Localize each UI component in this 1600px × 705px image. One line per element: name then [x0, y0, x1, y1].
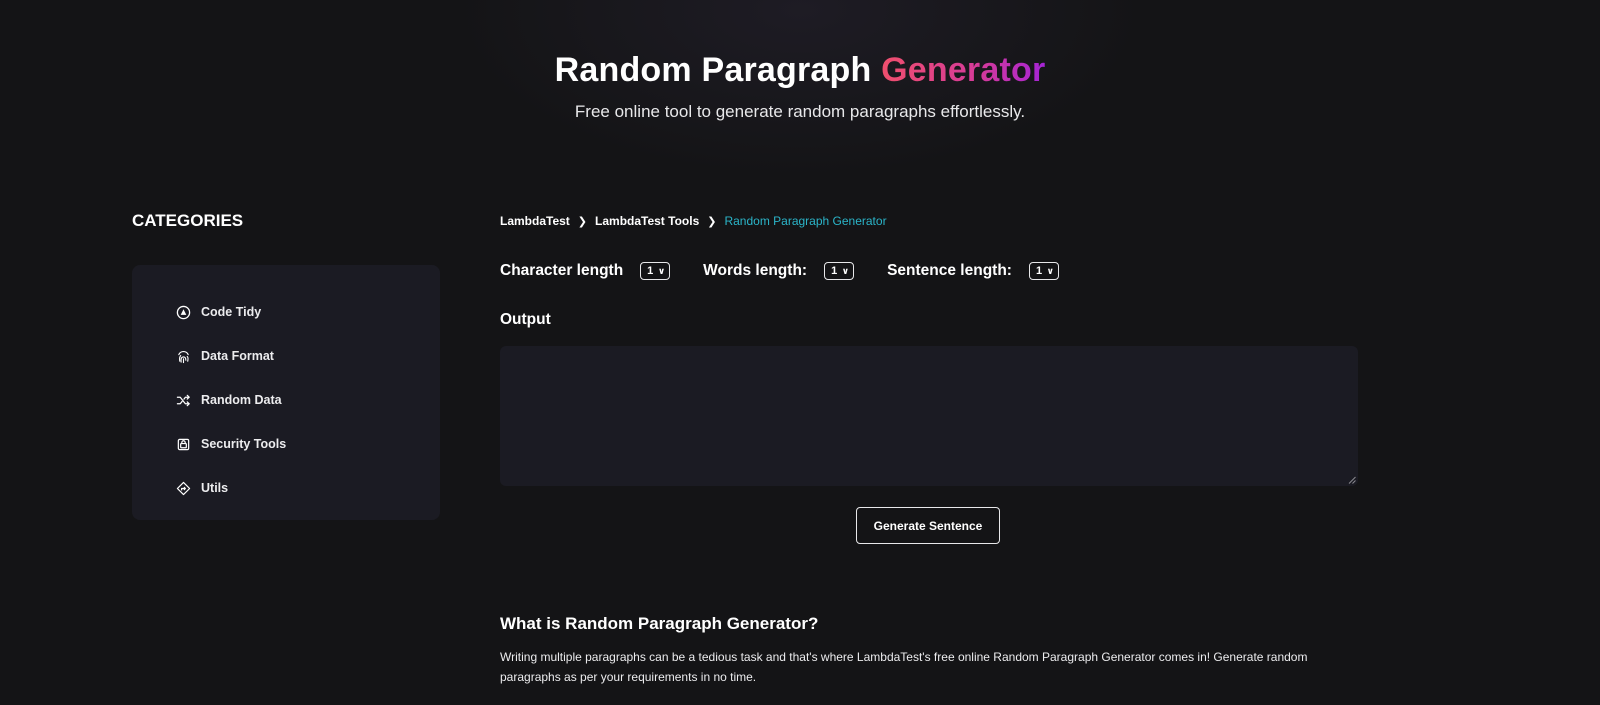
breadcrumb: LambdaTest ❯ LambdaTest Tools ❯ Random P… [500, 214, 887, 228]
sidebar-item-random-data[interactable]: Random Data [132, 378, 440, 422]
words-length-value: 1 [831, 265, 838, 277]
sidebar-item-security-tools[interactable]: Security Tools [132, 422, 440, 466]
sidebar-item-label: Random Data [201, 393, 282, 407]
info-paragraph: Writing multiple paragraphs can be a ted… [500, 650, 1308, 684]
sidebar-item-label: Security Tools [201, 437, 287, 451]
page-title: Random Paragraph Generator [0, 50, 1600, 90]
lock-icon [175, 436, 192, 453]
output-label: Output [500, 311, 551, 328]
character-length-control: Character length 1 ∨ [500, 262, 671, 280]
sentence-length-value: 1 [1035, 265, 1043, 277]
character-length-label: Character length [500, 262, 624, 279]
length-controls: Character length 1 ∨ Words length: 1 ∨ S… [500, 262, 1092, 280]
info-heading: What is Random Paragraph Generator? [500, 614, 819, 633]
sidebar-item-data-format[interactable]: Data Format [132, 334, 440, 378]
hero: Random Paragraph Generator Free online t… [0, 50, 1600, 122]
resize-handle-icon[interactable] [1348, 476, 1356, 484]
breadcrumb-link-tools[interactable]: LambdaTest Tools [595, 214, 699, 228]
page-subtitle: Free online tool to generate random para… [574, 102, 1026, 121]
page-title-main: Random Paragraph [554, 51, 872, 89]
words-length-control: Words length: 1 ∨ [703, 262, 855, 280]
sentence-length-control: Sentence length: 1 ∨ [887, 262, 1059, 280]
words-length-select[interactable]: 1 ∨ [824, 262, 855, 280]
page: Random Paragraph Generator Free online t… [0, 0, 1600, 705]
generate-sentence-button[interactable]: Generate Sentence [856, 507, 1000, 544]
sidebar-item-code-tidy[interactable]: Code Tidy [132, 290, 440, 334]
shuffle-icon [175, 392, 192, 409]
fingerprint-icon [175, 348, 192, 365]
chevron-right-icon: ❯ [577, 215, 588, 228]
breadcrumb-current: Random Paragraph Generator [724, 214, 887, 228]
chevron-down-icon: ∨ [657, 265, 666, 276]
categories-title: CATEGORIES [132, 211, 244, 230]
chevron-right-icon: ❯ [707, 215, 717, 228]
output-textarea[interactable] [500, 346, 1358, 486]
breadcrumb-link-lambdatest[interactable]: LambdaTest [500, 214, 570, 228]
character-length-value: 1 [647, 265, 654, 277]
code-tidy-icon [175, 304, 192, 321]
sidebar-item-label: Utils [201, 481, 229, 495]
character-length-select[interactable]: 1 ∨ [640, 262, 671, 280]
categories-panel: Code Tidy Data Format Random Data Securi… [132, 265, 440, 520]
sentence-length-label: Sentence length: [887, 262, 1012, 279]
words-length-label: Words length: [703, 262, 808, 279]
sidebar-item-label: Data Format [201, 349, 274, 363]
sidebar-item-utils[interactable]: Utils [132, 466, 440, 510]
chevron-down-icon: ∨ [1046, 265, 1054, 276]
utils-diamond-icon [175, 480, 192, 497]
chevron-down-icon: ∨ [841, 265, 850, 276]
sidebar-item-label: Code Tidy [201, 305, 262, 319]
page-title-accent: Generator [881, 51, 1046, 89]
sentence-length-select[interactable]: 1 ∨ [1028, 262, 1059, 280]
